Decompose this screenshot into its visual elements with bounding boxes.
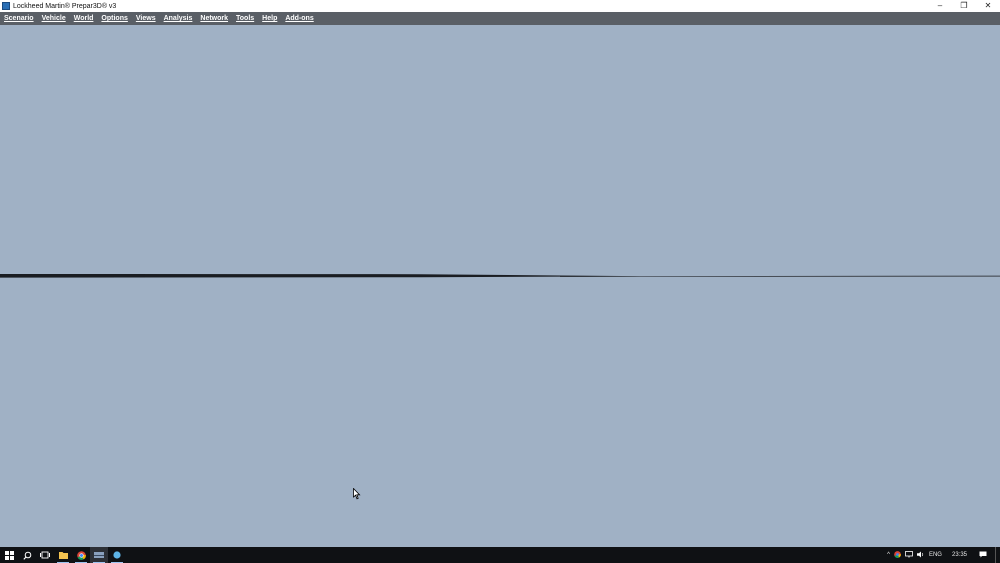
- notifications-icon[interactable]: [979, 551, 987, 560]
- file-explorer-icon[interactable]: [54, 547, 72, 563]
- window-title: Lockheed Martin® Prepar3D® v3: [13, 2, 117, 10]
- menu-vehicle[interactable]: Vehicle: [42, 15, 66, 22]
- menu-help[interactable]: Help: [262, 15, 277, 22]
- prepar3d-icon[interactable]: [90, 547, 108, 563]
- search-icon[interactable]: [18, 547, 36, 563]
- window-controls: – ❐ ✕: [928, 0, 1000, 12]
- menu-bar: Scenario Vehicle World Options Views Ana…: [0, 12, 1000, 25]
- app-icon[interactable]: [108, 547, 126, 563]
- simulator-viewport[interactable]: [0, 25, 1000, 547]
- language-indicator[interactable]: ENG: [929, 552, 942, 558]
- menu-analysis[interactable]: Analysis: [164, 15, 193, 22]
- menu-add-ons[interactable]: Add-ons: [285, 15, 313, 22]
- system-tray: ^ ENG 23:35: [883, 547, 1000, 563]
- chrome-icon[interactable]: [72, 547, 90, 563]
- menu-views[interactable]: Views: [136, 15, 156, 22]
- network-icon[interactable]: [905, 550, 913, 560]
- menu-tools[interactable]: Tools: [236, 15, 254, 22]
- menu-scenario[interactable]: Scenario: [4, 15, 34, 22]
- minimize-button[interactable]: –: [928, 0, 952, 12]
- restore-button[interactable]: ❐: [952, 0, 976, 12]
- show-desktop-button[interactable]: [995, 547, 1000, 563]
- volume-icon[interactable]: [916, 551, 925, 560]
- menu-world[interactable]: World: [74, 15, 94, 22]
- clock[interactable]: 23:35: [952, 552, 967, 558]
- close-button[interactable]: ✕: [976, 0, 1000, 12]
- prepar3d-app-icon: [2, 2, 10, 10]
- windows-start-icon[interactable]: [0, 547, 18, 563]
- menu-options[interactable]: Options: [101, 15, 127, 22]
- title-bar: Lockheed Martin® Prepar3D® v3 – ❐ ✕: [0, 0, 1000, 12]
- taskbar: ^ ENG 23:35: [0, 547, 1000, 563]
- task-view-icon[interactable]: [36, 547, 54, 563]
- menu-network[interactable]: Network: [200, 15, 228, 22]
- horizon-line: [0, 274, 1000, 278]
- chevron-up-icon[interactable]: ^: [887, 552, 890, 558]
- mouse-cursor-icon: [353, 488, 361, 500]
- chrome-tray-icon[interactable]: [894, 550, 901, 560]
